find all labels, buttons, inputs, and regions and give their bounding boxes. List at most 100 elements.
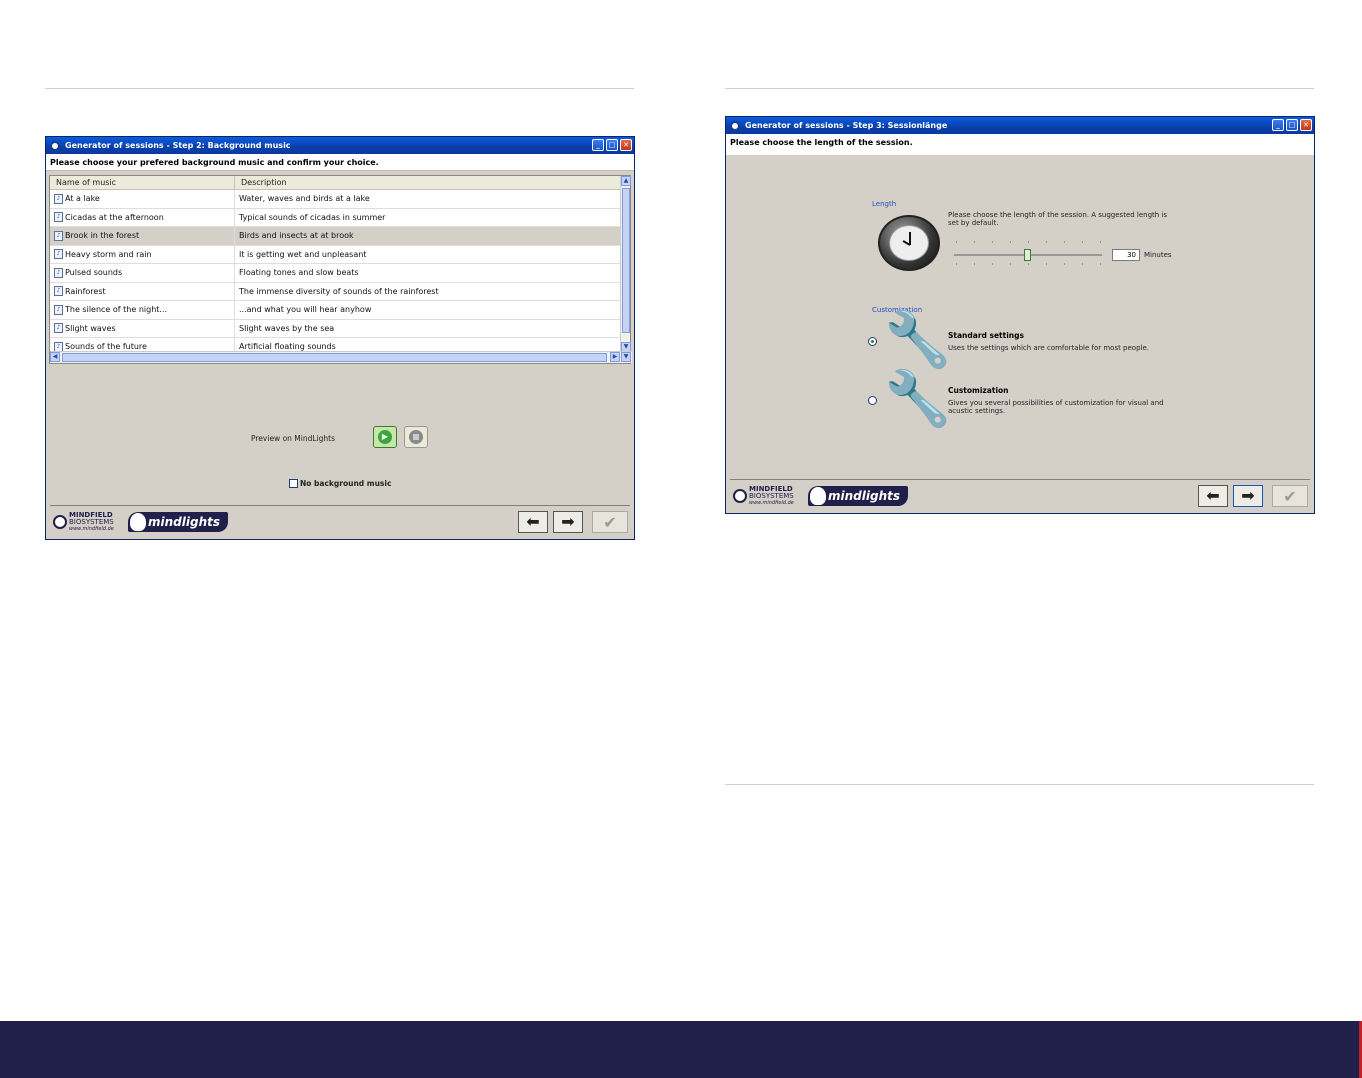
scroll-down-corner-icon[interactable]: ▼ [621, 352, 631, 362]
scroll-right-icon[interactable]: ▶ [610, 352, 620, 362]
music-name: Rainforest [65, 286, 106, 296]
document-page: Generator of sessions - Step 2: Backgrou… [0, 0, 1362, 1078]
arrow-right-icon: ➡ [561, 512, 575, 531]
minutes-label: Minutes [1144, 251, 1172, 259]
mindlights-logo: mindlights [128, 512, 228, 532]
play-icon: ▶ [378, 430, 392, 444]
scroll-up-icon[interactable]: ▲ [621, 176, 631, 186]
top-rule-right [725, 88, 1314, 89]
slider-tick [1010, 241, 1011, 243]
checkmark-icon: ✔ [603, 512, 617, 532]
customization-title[interactable]: Customization [948, 386, 1009, 395]
standard-settings-title[interactable]: Standard settings [948, 331, 1024, 340]
play-button[interactable]: ▶ [373, 426, 397, 448]
slider-tick [1064, 241, 1065, 243]
list-item[interactable]: ♪ Rainforest The immense diversity of soun… [50, 282, 622, 301]
list-item[interactable]: ♪ Cicadas at the afternoon Typical sounds … [50, 208, 622, 227]
list-item[interactable]: ♪ Heavy storm and rain It is getting wet a… [50, 245, 622, 264]
scroll-left-icon[interactable]: ◀ [50, 352, 60, 362]
list-item[interactable]: ♪ At a lake Water, waves and birds at a la… [50, 190, 622, 209]
music-description: It is getting wet and unpleasant [239, 249, 367, 259]
close-button[interactable]: ✕ [620, 139, 632, 151]
music-name-cell: ♪ The silence of the night... [50, 301, 235, 319]
no-music-label[interactable]: No background music [300, 479, 391, 488]
music-description: Slight waves by the sea [239, 323, 335, 333]
no-music-checkbox[interactable] [289, 479, 298, 488]
audio-file-icon: ♪ [54, 267, 63, 278]
window-title: Generator of sessions - Step 2: Backgrou… [65, 141, 291, 150]
maximize-button[interactable]: □ [606, 139, 618, 151]
slider-tick [1010, 263, 1011, 265]
instruction-text: Please choose the length of the session. [726, 134, 1314, 155]
slider-tick [1100, 241, 1101, 243]
audio-file-icon: ♪ [54, 249, 63, 260]
mindfield-url: www.mindfield.de [69, 526, 114, 532]
bottom-bar: MINDFIELD BIOSYSTEMS www.mindfield.de mi… [50, 505, 630, 537]
audio-file-icon: ♪ [54, 323, 63, 334]
list-item[interactable]: ♪ Brook in the forest Birds and insects at… [50, 227, 622, 246]
page-footer-band [0, 1021, 1362, 1078]
slider-tick [974, 241, 975, 243]
finish-button[interactable]: ✔ [592, 511, 628, 533]
mindfield-url: www.mindfield.de [749, 500, 794, 506]
minimize-button[interactable]: _ [592, 139, 604, 151]
list-item[interactable]: ♪ Pulsed sounds Floating tones and slow be… [50, 264, 622, 283]
checkmark-icon: ✔ [1283, 486, 1297, 506]
horizontal-scrollbar[interactable]: ◀ ▶ ▼ [50, 351, 632, 363]
bottom-bar: MINDFIELD BIOSYSTEMS www.mindfield.de mi… [730, 479, 1310, 511]
music-name: Slight waves [65, 323, 116, 333]
arrow-right-icon: ➡ [1241, 486, 1255, 505]
preview-label: Preview on MindLights [251, 434, 335, 443]
music-name-cell: ♪ Rainforest [50, 282, 235, 300]
music-name-cell: ♪ Brook in the forest [50, 227, 235, 245]
window-titlebar[interactable]: Generator of sessions - Step 2: Backgrou… [46, 137, 634, 154]
head-icon [810, 487, 826, 505]
audio-file-icon: ♪ [54, 304, 63, 315]
music-description: Typical sounds of cicadas in summer [239, 212, 386, 222]
column-header-name[interactable]: Name of music [50, 176, 235, 189]
stop-button[interactable] [404, 426, 428, 448]
back-button[interactable]: ⬅ [1198, 485, 1228, 507]
back-button[interactable]: ⬅ [518, 511, 548, 533]
length-slider-thumb[interactable] [1024, 249, 1031, 261]
hscroll-thumb[interactable] [62, 353, 607, 362]
next-button[interactable]: ➡ [553, 511, 583, 533]
finish-button[interactable]: ✔ [1272, 485, 1308, 507]
music-description: Water, waves and birds at a lake [239, 194, 370, 204]
customization-radio[interactable] [868, 396, 877, 405]
bottom-rule-right [725, 784, 1314, 785]
customization-desc: Gives you several possibilities of custo… [948, 399, 1164, 415]
music-description: Birds and insects at at brook [239, 231, 354, 241]
music-description: Floating tones and slow beats [239, 268, 359, 278]
standard-settings-desc: Uses the settings which are comfortable … [948, 344, 1150, 352]
music-name-cell: ♪ Cicadas at the afternoon [50, 208, 235, 226]
slider-tick [1100, 263, 1101, 265]
column-header-description[interactable]: Description [235, 176, 622, 189]
vertical-scrollbar[interactable]: ▲ ▼ [620, 176, 631, 352]
minimize-button[interactable]: _ [1272, 119, 1284, 131]
music-name-cell: ♪ At a lake [50, 190, 235, 208]
music-name: Heavy storm and rain [65, 249, 152, 259]
standard-settings-radio[interactable] [868, 337, 877, 346]
list-item[interactable]: ♪ The silence of the night... ...and what … [50, 301, 622, 320]
window-titlebar[interactable]: Generator of sessions - Step 3: Sessionl… [726, 117, 1314, 134]
close-button[interactable]: ✕ [1300, 119, 1312, 131]
window-title: Generator of sessions - Step 3: Sessionl… [745, 121, 948, 130]
arrow-left-icon: ⬅ [1206, 486, 1220, 505]
music-name: Pulsed sounds [65, 268, 123, 278]
next-button[interactable]: ➡ [1233, 485, 1263, 507]
head-icon [130, 513, 146, 531]
music-description: Artificial floating sounds [239, 342, 336, 352]
maximize-button[interactable]: □ [1286, 119, 1298, 131]
music-name: At a lake [65, 194, 100, 204]
length-input[interactable]: 30 [1112, 249, 1140, 261]
music-list[interactable]: Name of music Description ♪ At a lake Wate… [49, 175, 632, 364]
scroll-thumb[interactable] [622, 188, 630, 333]
slider-tick [1082, 241, 1083, 243]
list-item[interactable]: ♪ Slight waves Slight waves by the sea [50, 319, 622, 338]
clock-icon [878, 215, 940, 271]
audio-file-icon: ♪ [54, 193, 63, 204]
music-name: Brook in the forest [65, 231, 140, 241]
list-header: Name of music Description [50, 176, 622, 190]
arrow-left-icon: ⬅ [526, 512, 540, 531]
